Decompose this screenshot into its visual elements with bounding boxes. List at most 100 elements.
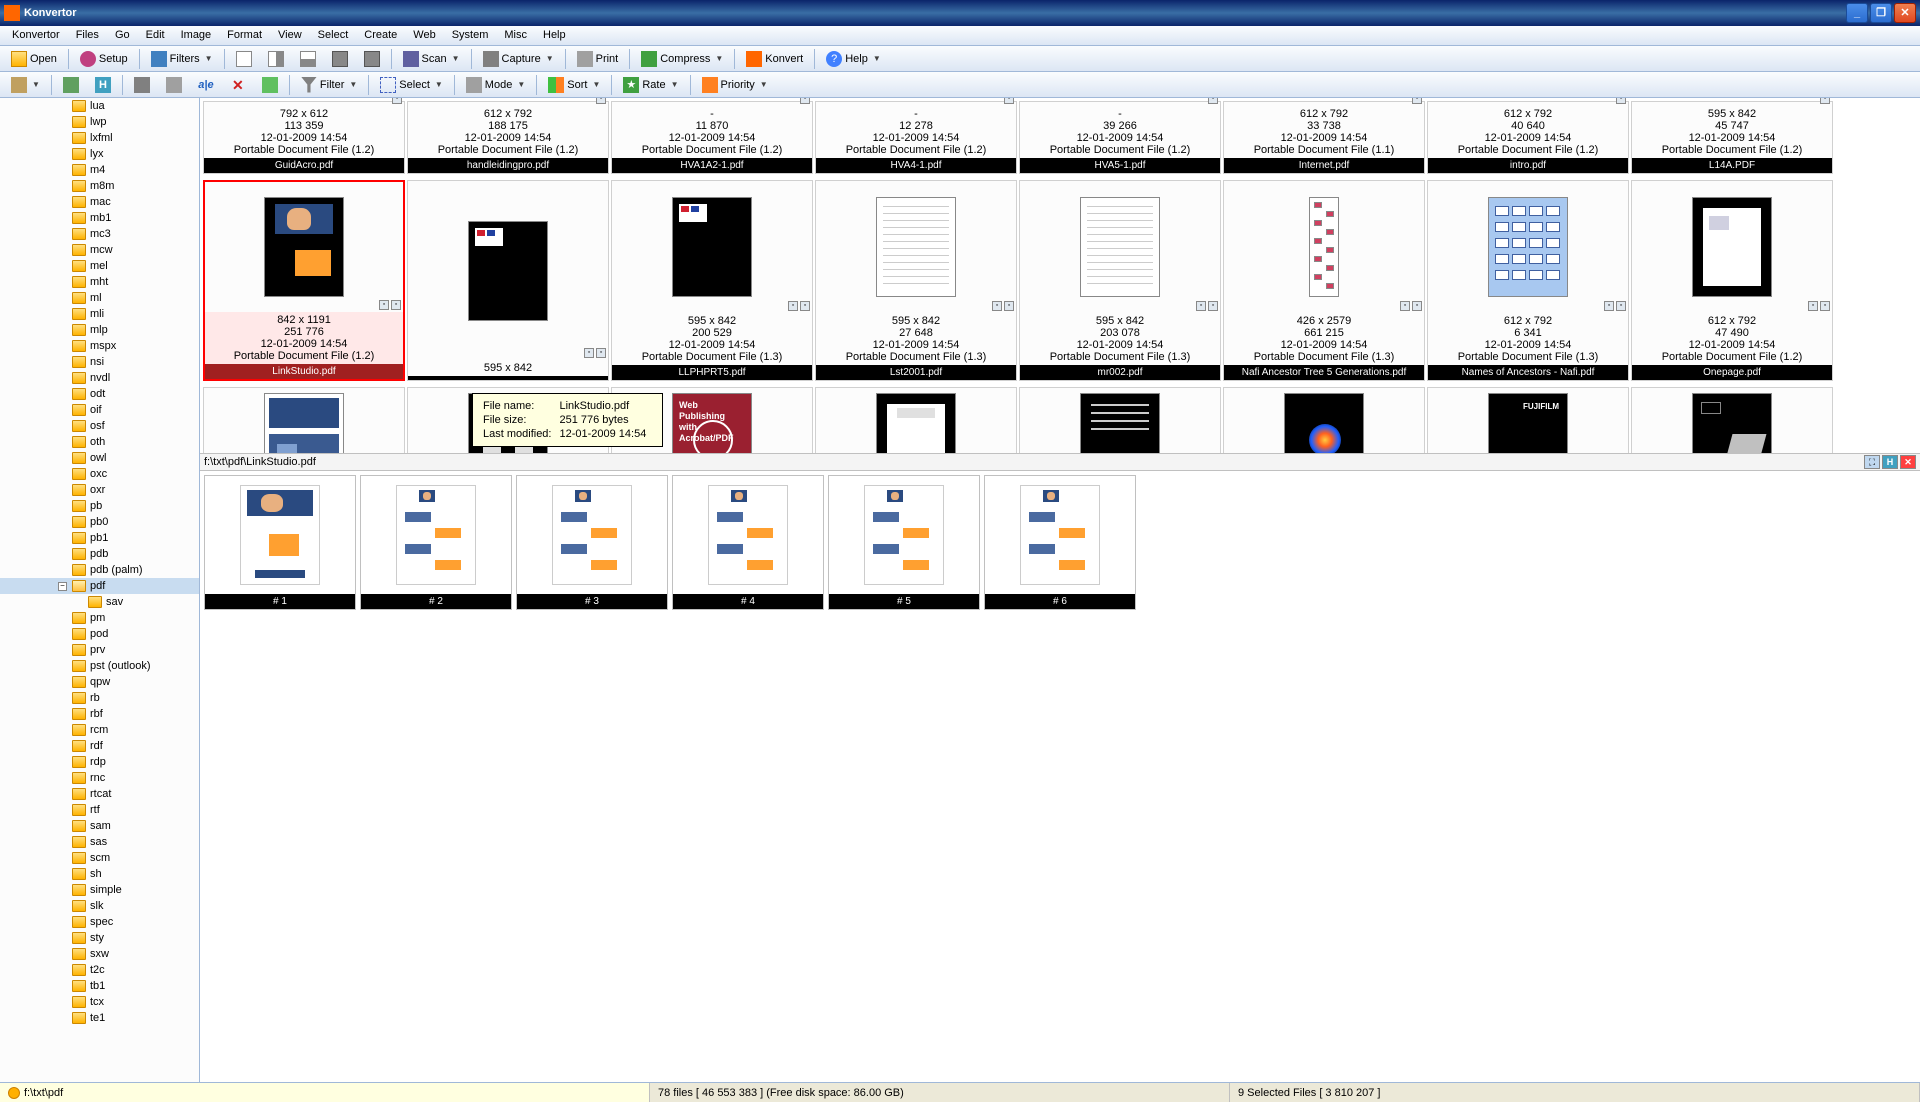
page-panel[interactable]: # 1# 2# 3# 4# 5# 6: [200, 471, 1920, 1082]
tree-item-mc3[interactable]: mc3: [0, 226, 199, 242]
delete-button[interactable]: ✕: [223, 74, 253, 96]
thumbnail-HVA1A2-1.pdf[interactable]: ▫-11 87012-01-2009 14:54Portable Documen…: [611, 101, 813, 174]
restore-button[interactable]: ❐: [1870, 3, 1892, 23]
tree-item-lyx[interactable]: lyx: [0, 146, 199, 162]
menu-konvertor[interactable]: Konvertor: [4, 26, 68, 45]
sort-button[interactable]: Sort▼: [541, 74, 607, 96]
tree-item-pst--outlook-[interactable]: pst (outlook): [0, 658, 199, 674]
thumbnail-Internet.pdf[interactable]: ▫612 x 79233 73812-01-2009 14:54Portable…: [1223, 101, 1425, 174]
thumbnail-[interactable]: ▫▫595 x 842: [407, 180, 609, 381]
tree-item-slk[interactable]: slk: [0, 898, 199, 914]
tree-item-osf[interactable]: osf: [0, 418, 199, 434]
tree-item-rdp[interactable]: rdp: [0, 754, 199, 770]
tree-item-oxc[interactable]: oxc: [0, 466, 199, 482]
thumbnail-row3-7[interactable]: [1631, 387, 1833, 453]
tree-item-lua[interactable]: lua: [0, 98, 199, 114]
pb-close-button[interactable]: ✕: [1900, 455, 1916, 469]
thumbnail-handleidingpro.pdf[interactable]: ▫612 x 792188 17512-01-2009 14:54Portabl…: [407, 101, 609, 174]
thumbnail-LLPHPRT5.pdf[interactable]: ▫▫595 x 842200 52912-01-2009 14:54Portab…: [611, 180, 813, 381]
capture-button[interactable]: Capture▼: [476, 48, 561, 70]
menu-edit[interactable]: Edit: [138, 26, 173, 45]
tree-item-sav[interactable]: sav: [0, 594, 199, 610]
tree-item-sh[interactable]: sh: [0, 866, 199, 882]
tree-item-oxr[interactable]: oxr: [0, 482, 199, 498]
tree-item-sxw[interactable]: sxw: [0, 946, 199, 962]
tree-item-mb1[interactable]: mb1: [0, 210, 199, 226]
thumbnail-row3-3[interactable]: [815, 387, 1017, 453]
menu-image[interactable]: Image: [173, 26, 220, 45]
layout4-button[interactable]: [325, 48, 355, 70]
close-button[interactable]: ✕: [1894, 3, 1916, 23]
tree-item-nvdl[interactable]: nvdl: [0, 370, 199, 386]
tree-item-rtf[interactable]: rtf: [0, 802, 199, 818]
print-button[interactable]: Print: [570, 48, 626, 70]
tree-item-nsi[interactable]: nsi: [0, 354, 199, 370]
tree-item-simple[interactable]: simple: [0, 882, 199, 898]
tree-item-pdf[interactable]: −pdf: [0, 578, 199, 594]
tree-item-oth[interactable]: oth: [0, 434, 199, 450]
minimize-button[interactable]: _: [1846, 3, 1868, 23]
menu-misc[interactable]: Misc: [496, 26, 535, 45]
tree-item-rdf[interactable]: rdf: [0, 738, 199, 754]
thumbnail-panel[interactable]: ▫792 x 612113 35912-01-2009 14:54Portabl…: [200, 98, 1920, 453]
rate-button[interactable]: ★Rate▼: [616, 74, 685, 96]
tool-c[interactable]: H: [88, 74, 118, 96]
compress-button[interactable]: Compress▼: [634, 48, 730, 70]
setup-button[interactable]: Setup: [73, 48, 135, 70]
menu-system[interactable]: System: [444, 26, 497, 45]
tree-item-mac[interactable]: mac: [0, 194, 199, 210]
tree-item-mht[interactable]: mht: [0, 274, 199, 290]
tree-toggle[interactable]: −: [58, 582, 67, 591]
mode-button[interactable]: Mode▼: [459, 74, 532, 96]
menu-go[interactable]: Go: [107, 26, 138, 45]
tree-item-m8m[interactable]: m8m: [0, 178, 199, 194]
tool-f[interactable]: a|e: [191, 74, 221, 96]
tree-item-pb1[interactable]: pb1: [0, 530, 199, 546]
tree-item-tcx[interactable]: tcx: [0, 994, 199, 1010]
page-thumb-6[interactable]: # 6: [984, 475, 1136, 610]
page-thumb-4[interactable]: # 4: [672, 475, 824, 610]
tree-item-lwp[interactable]: lwp: [0, 114, 199, 130]
open-button[interactable]: Open: [4, 48, 64, 70]
tree-item-mspx[interactable]: mspx: [0, 338, 199, 354]
scan-button[interactable]: Scan▼: [396, 48, 467, 70]
tree-item-te1[interactable]: te1: [0, 1010, 199, 1026]
tree-item-owl[interactable]: owl: [0, 450, 199, 466]
tree-item-odt[interactable]: odt: [0, 386, 199, 402]
tree-item-pb[interactable]: pb: [0, 498, 199, 514]
tree-item-rcm[interactable]: rcm: [0, 722, 199, 738]
thumbnail-mr002.pdf[interactable]: ▫▫595 x 842203 07812-01-2009 14:54Portab…: [1019, 180, 1221, 381]
thumbnail-row3-5[interactable]: [1223, 387, 1425, 453]
pb-h-button[interactable]: H: [1882, 455, 1898, 469]
tool-b[interactable]: [56, 74, 86, 96]
tree-item-pm[interactable]: pm: [0, 610, 199, 626]
menu-select[interactable]: Select: [310, 26, 357, 45]
konvert-button[interactable]: Konvert: [739, 48, 810, 70]
thumbnail-row3-6[interactable]: FUJIFILM: [1427, 387, 1629, 453]
tool-d[interactable]: [127, 74, 157, 96]
filters-button[interactable]: Filters▼: [144, 48, 220, 70]
tree-item-qpw[interactable]: qpw: [0, 674, 199, 690]
tree-item-sam[interactable]: sam: [0, 818, 199, 834]
tree-item-mel[interactable]: mel: [0, 258, 199, 274]
thumbnail-row3-0[interactable]: [203, 387, 405, 453]
priority-button[interactable]: Priority▼: [695, 74, 775, 96]
folder-tree[interactable]: lualwplxfmllyxm4m8mmacmb1mc3mcwmelmhtmlm…: [0, 98, 200, 1082]
page-thumb-5[interactable]: # 5: [828, 475, 980, 610]
tree-item-mlp[interactable]: mlp: [0, 322, 199, 338]
layout5-button[interactable]: [357, 48, 387, 70]
tool-g[interactable]: [255, 74, 285, 96]
page-thumb-2[interactable]: # 2: [360, 475, 512, 610]
select-button[interactable]: Select▼: [373, 74, 450, 96]
menu-files[interactable]: Files: [68, 26, 107, 45]
tree-item-pdb--palm-[interactable]: pdb (palm): [0, 562, 199, 578]
tree-item-scm[interactable]: scm: [0, 850, 199, 866]
tool-e[interactable]: [159, 74, 189, 96]
menu-create[interactable]: Create: [356, 26, 405, 45]
menu-view[interactable]: View: [270, 26, 310, 45]
layout1-button[interactable]: [229, 48, 259, 70]
thumbnail-GuidAcro.pdf[interactable]: ▫792 x 612113 35912-01-2009 14:54Portabl…: [203, 101, 405, 174]
thumbnail-Names of Ancestors - Nafi.pdf[interactable]: ▫▫612 x 7926 34112-01-2009 14:54Portable…: [1427, 180, 1629, 381]
menu-help[interactable]: Help: [535, 26, 574, 45]
thumbnail-intro.pdf[interactable]: ▫612 x 79240 64012-01-2009 14:54Portable…: [1427, 101, 1629, 174]
